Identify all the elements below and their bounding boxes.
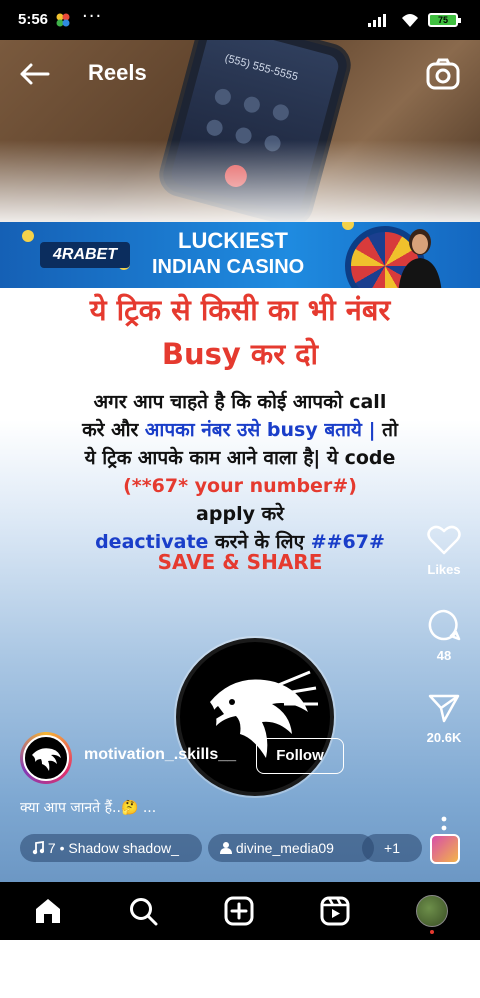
audio-label: 7 • Shadow shadow_ <box>47 840 179 856</box>
page-title: Reels <box>88 60 147 85</box>
more-tags-chip[interactable]: +1 <box>362 834 422 862</box>
heart-icon <box>427 525 461 555</box>
status-time: 5:56 <box>18 11 49 28</box>
audio-chip[interactable]: 7 • Shadow shadow_ <box>20 834 202 862</box>
like-label: Likes <box>427 562 461 577</box>
comment-button[interactable]: 48 <box>414 608 474 663</box>
phone-photo: (555) 555-5555 <box>0 40 480 227</box>
bottom-nav <box>0 882 480 940</box>
author-username[interactable]: motivation_.skills__ <box>84 746 236 764</box>
music-note-icon <box>32 840 45 855</box>
reel-chips: 7 • Shadow shadow_ divine_media09 +1 <box>20 834 480 864</box>
create-post-icon[interactable] <box>224 896 254 926</box>
back-arrow-icon[interactable] <box>18 62 50 86</box>
comment-icon <box>428 609 461 641</box>
author-avatar[interactable] <box>20 732 72 784</box>
body-line-2: करे और आपका नंबर उसे busy बताये | तो <box>82 419 398 441</box>
battery-icon: 75 <box>428 13 461 27</box>
app-notification-icon <box>56 13 70 27</box>
signal-icon <box>368 14 386 27</box>
profile-notification-dot <box>430 930 434 934</box>
body-line-3: ये ट्रिक आपके काम आने वाला है| ये code <box>84 447 396 469</box>
status-bar: 5:56 ··· 75 <box>0 0 480 40</box>
camera-icon[interactable] <box>426 58 460 90</box>
wifi-icon <box>402 14 418 27</box>
profile-avatar[interactable] <box>416 895 448 927</box>
battery-level: 75 <box>437 15 448 25</box>
phone-screen-number: (555) 555-5555 <box>223 52 300 84</box>
send-icon <box>428 694 460 723</box>
author-row: motivation_.skills__ Follow <box>20 732 440 784</box>
tagged-user-chip[interactable]: divine_media09 <box>208 834 374 862</box>
post-headline: ये ट्रिक से किसी का भी नंबर Busy कर दो <box>0 288 480 376</box>
ad-subheadline: INDIAN CASINO <box>152 256 305 278</box>
post-body: अगर आप चाहते है कि कोई आपको call करे और … <box>30 388 450 556</box>
ad-logo: 4RABET <box>40 242 130 268</box>
headline-line-2: Busy कर दो <box>161 337 319 371</box>
more-notifications-icon: ··· <box>82 6 103 27</box>
audio-thumbnail[interactable] <box>430 834 460 864</box>
follow-button[interactable]: Follow <box>256 738 344 774</box>
tagged-user-label: divine_media09 <box>235 840 334 856</box>
ad-headline: LUCKIEST <box>178 228 288 253</box>
reel-caption[interactable]: क्या आप जानते हैं..🤔 ... <box>20 798 156 817</box>
reel-video[interactable]: (555) 555-5555 Reels 4RABET LUCKIEST IND… <box>0 40 480 882</box>
home-icon[interactable] <box>33 896 63 926</box>
author-eagle-icon <box>32 748 61 771</box>
body-highlight: आपका नंबर उसे busy बताये | <box>144 419 376 441</box>
ad-model-image <box>398 229 442 288</box>
save-share-text: SAVE & SHARE <box>157 550 323 574</box>
body-code: (**67* your number#) <box>123 475 357 497</box>
body-line-5: apply करे <box>196 503 284 525</box>
search-icon[interactable] <box>128 896 158 926</box>
body-line-1: अगर आप चाहते है कि कोई आपको call <box>93 391 387 413</box>
comment-count: 48 <box>436 648 452 663</box>
ad-banner[interactable]: 4RABET LUCKIEST INDIAN CASINO <box>0 222 480 288</box>
person-icon <box>220 842 232 854</box>
reels-icon[interactable] <box>320 896 350 926</box>
headline-line-1: ये ट्रिक से किसी का भी नंबर <box>89 293 391 327</box>
like-button[interactable]: Likes <box>414 524 474 577</box>
